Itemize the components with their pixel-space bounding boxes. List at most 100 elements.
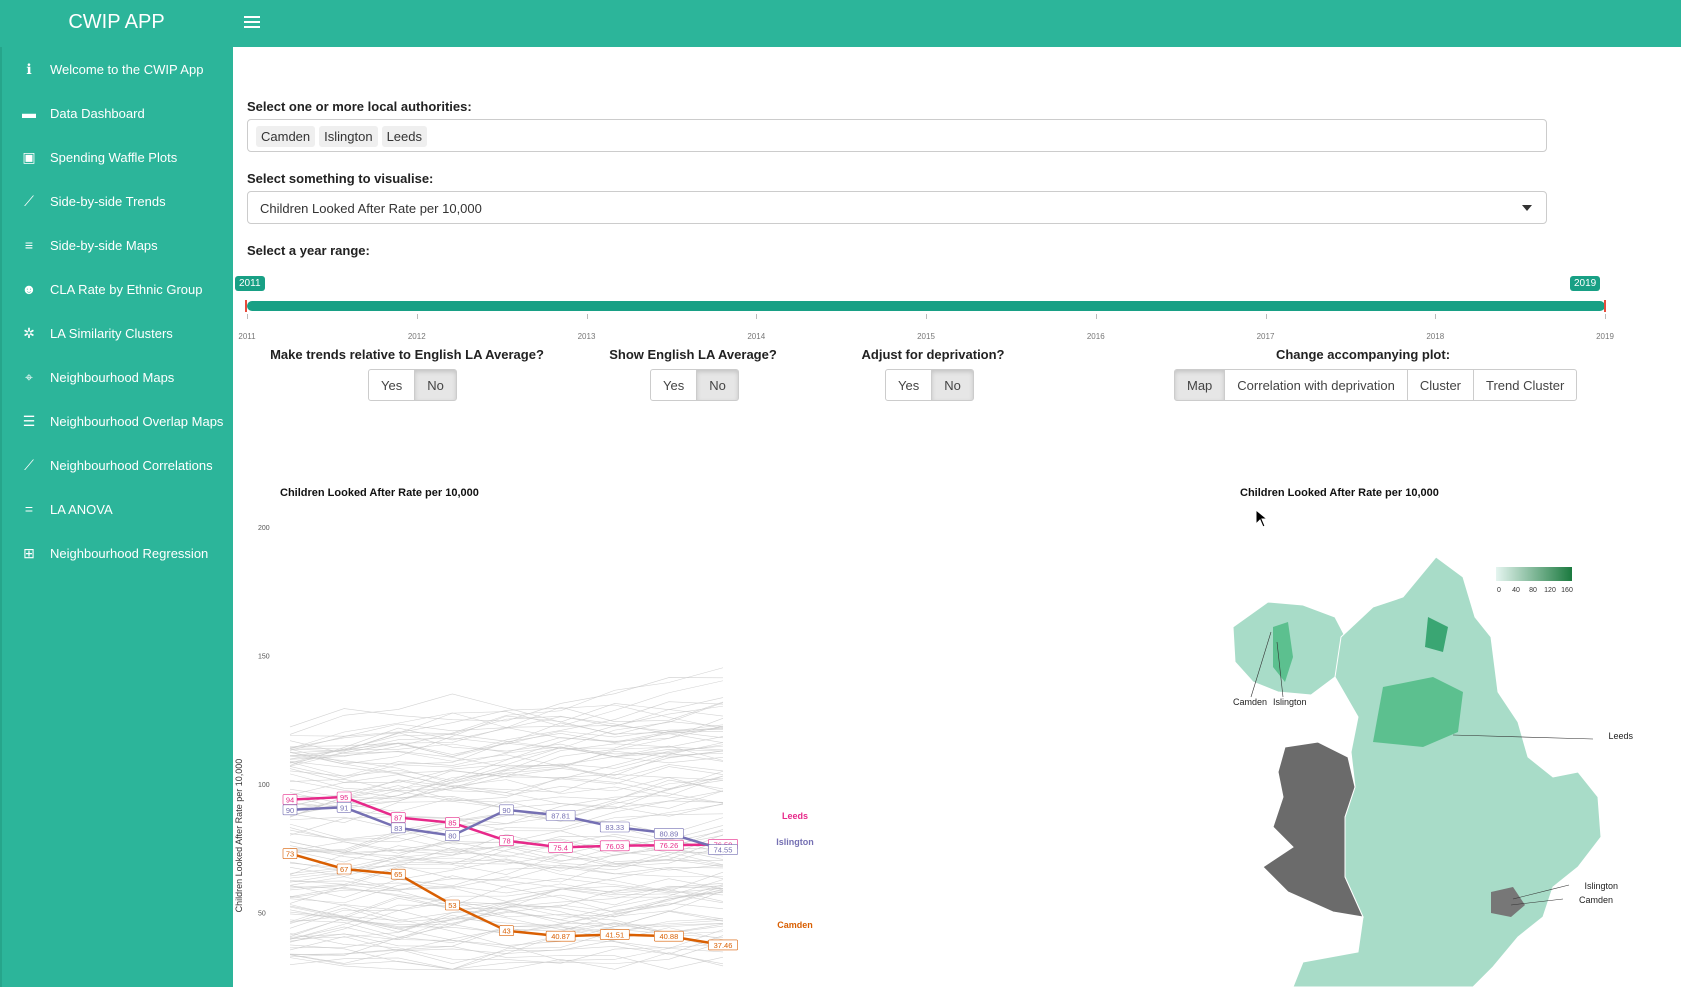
year-tick-label: 2014: [747, 332, 766, 341]
plot-option-map[interactable]: Map: [1174, 369, 1226, 401]
year-tick-mark: [1605, 314, 1606, 319]
dashboard-icon: ▬: [22, 105, 36, 121]
sidebar-item-side-by-side-maps[interactable]: ≡ Side-by-side Maps: [2, 223, 233, 267]
svg-text:90: 90: [286, 806, 294, 815]
data-label: 43: [499, 925, 514, 937]
sidebar-item-neighbourhood-regression[interactable]: ⊞ Neighbourhood Regression: [2, 531, 233, 575]
svg-text:85: 85: [448, 819, 456, 828]
data-label: 83.33: [599, 821, 630, 833]
sidebar-item-la-anova[interactable]: = LA ANOVA: [2, 487, 233, 531]
year-tick-label: 2013: [577, 332, 596, 341]
sidebar-item-spending-waffle-plots[interactable]: ▣ Spending Waffle Plots: [2, 135, 233, 179]
svg-text:94: 94: [286, 796, 294, 805]
svg-text:83: 83: [394, 824, 402, 833]
svg-text:95: 95: [340, 793, 348, 802]
map-legend-bar: [1496, 567, 1572, 581]
deprivation-option-no[interactable]: No: [931, 369, 974, 401]
users-icon: ☻: [21, 281, 37, 297]
sidebar-item-neighbourhood-correlations[interactable]: ⟋ Neighbourhood Correlations: [2, 443, 233, 487]
sidebar-item-data-dashboard[interactable]: ▬ Data Dashboard: [2, 91, 233, 135]
sidebar-item-label: Spending Waffle Plots: [50, 149, 178, 165]
layers-icon: ☰: [22, 412, 36, 429]
svg-text:91: 91: [340, 803, 348, 812]
year-tick-mark: [416, 314, 418, 319]
svg-text:80.89: 80.89: [659, 829, 678, 838]
year-tick-label: 2011: [238, 332, 256, 341]
equals-icon: =: [24, 501, 34, 517]
year-tick-mark: [1095, 314, 1097, 319]
year-tick-label: 2018: [1426, 332, 1445, 341]
visualise-select-value: Children Looked After Rate per 10,000: [260, 201, 482, 216]
data-label: 76.26: [654, 839, 684, 851]
year-tick-mark: [1435, 314, 1437, 319]
deprivation-toggle: Yes No: [885, 369, 974, 401]
la-select-label: Select one or more local authorities:: [247, 99, 472, 114]
sidebar-item-neighbourhood-maps[interactable]: ⌖ Neighbourhood Maps: [2, 355, 233, 399]
sidebar-item-label: Neighbourhood Correlations: [50, 457, 213, 473]
svg-text:73: 73: [286, 850, 294, 859]
sidebar-item-cla-rate-by-ethnic-group[interactable]: ☻ CLA Rate by Ethnic Group: [2, 267, 233, 311]
y-axis-label: Children Looked After Rate per 10,000: [234, 759, 244, 913]
data-label: 37.46: [708, 939, 738, 951]
legend-tick-label: 160: [1561, 587, 1573, 594]
relative-option-no[interactable]: No: [414, 369, 457, 401]
sidebar-item-label: LA Similarity Clusters: [50, 325, 173, 341]
data-label: 85: [445, 817, 460, 829]
line-chart-icon: ⟋: [24, 456, 34, 473]
app-title: CWIP APP: [68, 11, 165, 33]
y-tick-label: 50: [258, 911, 266, 918]
visualise-select[interactable]: Children Looked After Rate per 10,000: [247, 191, 1547, 224]
data-label: 91: [336, 801, 352, 813]
la-chip[interactable]: Islington: [319, 126, 378, 147]
sidebar-item-neighbourhood-overlap-maps[interactable]: ☰ Neighbourhood Overlap Maps: [2, 399, 233, 443]
map-area-label: Camden: [1233, 697, 1267, 707]
sidebar-item-la-similarity-clusters[interactable]: ✲ LA Similarity Clusters: [2, 311, 233, 355]
data-label: 41.51: [599, 929, 630, 940]
data-label: 83: [390, 822, 406, 834]
data-label: 40.88: [654, 930, 684, 942]
svg-text:87: 87: [394, 814, 402, 823]
plot-option-trend-cluster[interactable]: Trend Cluster: [1473, 369, 1578, 401]
plot-toggle: Map Correlation with deprivation Cluster Tr…: [1174, 369, 1578, 401]
sidebar-item-label: Data Dashboard: [50, 105, 145, 121]
legend-tick-label: 40: [1512, 587, 1520, 594]
la-chip[interactable]: Camden: [256, 126, 316, 147]
svg-text:65: 65: [394, 870, 402, 879]
relative-option-yes[interactable]: Yes: [368, 369, 416, 401]
slider-handle-to[interactable]: [1604, 300, 1606, 312]
y-tick-label: 200: [258, 525, 270, 532]
show_avg-option-no[interactable]: No: [696, 369, 739, 401]
top-bar: CWIP APP: [0, 0, 1681, 47]
data-label: 94: [282, 794, 298, 805]
la-multiselect[interactable]: Camden Islington Leeds: [247, 119, 1547, 152]
show-avg-toggle: Yes No: [650, 369, 739, 401]
slider-handle-from[interactable]: [245, 300, 247, 312]
year-from-tag: 2011: [235, 276, 265, 291]
plot-option-cluster[interactable]: Cluster: [1406, 369, 1475, 401]
svg-text:78: 78: [502, 837, 510, 846]
sitemap-icon: ⊞: [23, 544, 35, 561]
plot-option-correlation-with-deprivation[interactable]: Correlation with deprivation: [1224, 369, 1408, 401]
relative-toggle: Yes No: [368, 369, 457, 401]
data-label: 67: [336, 863, 352, 875]
trend-plot-title: Children Looked After Rate per 10,000: [280, 487, 479, 499]
series-name-label: Islington: [776, 837, 814, 847]
la-chip[interactable]: Leeds: [381, 126, 427, 147]
sidebar-item-welcome-to-the-cwip-app[interactable]: ℹ Welcome to the CWIP App: [2, 47, 233, 91]
deprivation-option-yes[interactable]: Yes: [885, 369, 933, 401]
relative-question: Make trends relative to English LA Avera…: [270, 347, 544, 362]
year-tick-label: 2017: [1256, 332, 1275, 341]
year-range-slider[interactable]: [247, 301, 1605, 311]
data-label: 73: [282, 848, 298, 859]
sidebar-item-side-by-side-trends[interactable]: ⟋ Side-by-side Trends: [2, 179, 233, 223]
svg-text:74.55: 74.55: [714, 846, 733, 855]
show_avg-option-yes[interactable]: Yes: [650, 369, 698, 401]
map-plot-title: Children Looked After Rate per 10,000: [1240, 487, 1439, 499]
svg-text:41.51: 41.51: [605, 931, 624, 940]
data-label: 80: [445, 830, 460, 841]
data-label: 74.55: [708, 844, 738, 855]
menu-toggle-icon[interactable]: [244, 13, 260, 31]
svg-text:87.81: 87.81: [551, 811, 570, 820]
england-map: 0 40 80 120 160 Camden Islington Leeds Islingto…: [1232, 556, 1633, 987]
vis-select-label: Select something to visualise:: [247, 171, 434, 186]
